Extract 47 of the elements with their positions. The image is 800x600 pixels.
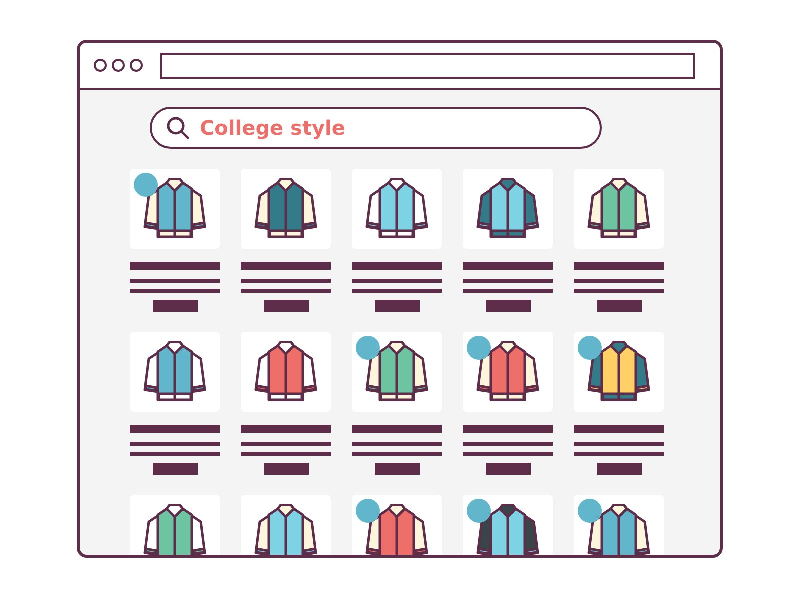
- jacket-drawing: [254, 504, 318, 555]
- product-card[interactable]: [241, 332, 331, 412]
- jacket-drawing: [254, 341, 318, 403]
- product-card[interactable]: [574, 332, 664, 412]
- price-placeholder-bar: [152, 463, 198, 475]
- product-card[interactable]: [352, 332, 442, 412]
- price-placeholder-bar: [486, 300, 530, 312]
- product-card[interactable]: [130, 495, 220, 555]
- price-placeholder-bar: [596, 300, 642, 312]
- product-card[interactable]: [463, 332, 553, 412]
- product-card[interactable]: [241, 169, 331, 249]
- product-card[interactable]: [463, 169, 553, 249]
- jacket-drawing: [143, 341, 207, 403]
- jacket-drawing: [476, 341, 540, 403]
- jacket-drawing: [143, 504, 207, 555]
- price-placeholder-bar: [374, 463, 420, 475]
- window-control-button[interactable]: [94, 59, 107, 72]
- search-icon: [166, 116, 190, 140]
- search-text: College style: [200, 116, 346, 140]
- window-control-button[interactable]: [130, 59, 143, 72]
- price-placeholder-bar: [596, 463, 642, 475]
- price-placeholder-bar: [374, 300, 420, 312]
- product-card[interactable]: [130, 332, 220, 412]
- jacket-drawing: [365, 178, 429, 240]
- price-placeholder-bar: [152, 300, 198, 312]
- product-card[interactable]: [574, 169, 664, 249]
- jacket-drawing: [587, 341, 651, 403]
- product-card[interactable]: [463, 495, 553, 555]
- product-card[interactable]: [130, 169, 220, 249]
- jacket-drawing: [587, 178, 651, 240]
- product-card[interactable]: [574, 495, 664, 555]
- jacket-drawing: [587, 504, 651, 555]
- product-card[interactable]: [352, 169, 442, 249]
- product-card[interactable]: [241, 495, 331, 555]
- jacket-drawing: [143, 178, 207, 240]
- search-field[interactable]: College style: [150, 107, 602, 149]
- product-card[interactable]: [352, 495, 442, 555]
- jacket-drawing: [365, 504, 429, 555]
- address-bar[interactable]: [160, 52, 695, 78]
- price-placeholder-bar: [486, 463, 530, 475]
- jacket-drawing: [476, 504, 540, 555]
- jacket-drawing: [476, 178, 540, 240]
- window-control-button[interactable]: [112, 59, 125, 72]
- price-placeholder-bar: [264, 463, 308, 475]
- jacket-drawing: [365, 341, 429, 403]
- jacket-drawing: [254, 178, 318, 240]
- price-placeholder-bar: [264, 300, 308, 312]
